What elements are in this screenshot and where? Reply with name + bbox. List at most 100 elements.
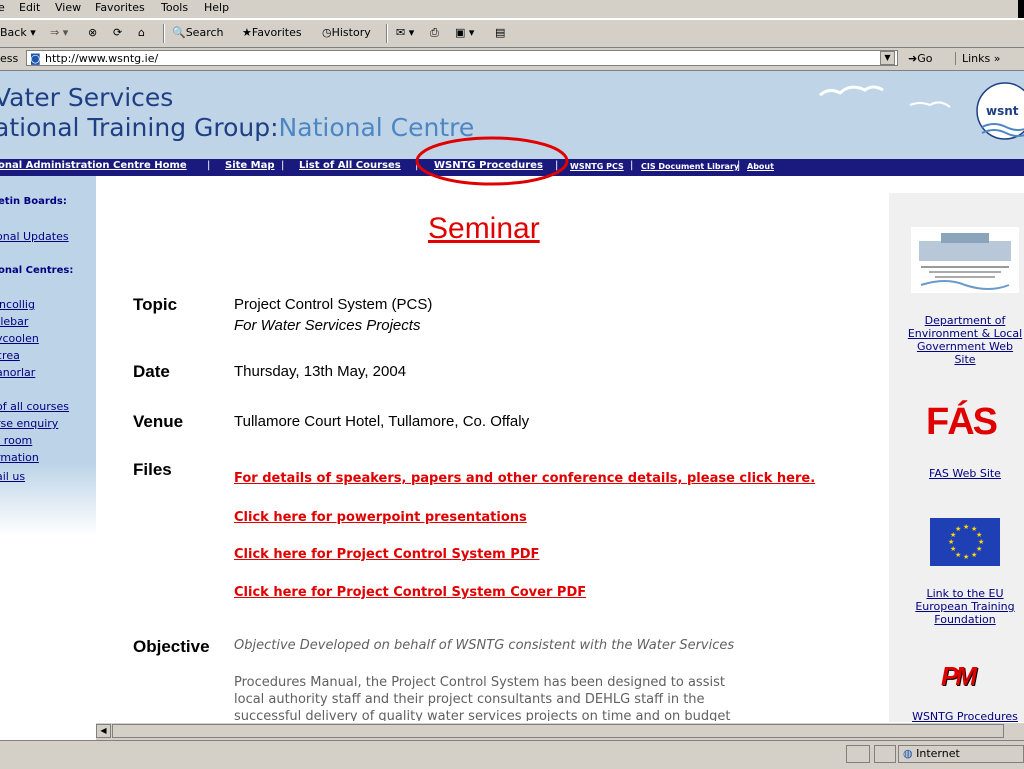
sidebar-item-roscrea[interactable]: crea bbox=[0, 349, 20, 362]
menu-bar: e Edit View Favorites Tools Help bbox=[0, 0, 1024, 18]
toolbar-separator bbox=[163, 24, 165, 43]
nav-pcs-link[interactable]: WSNTG PCS bbox=[570, 162, 624, 171]
powerpoint-link[interactable]: Click here for powerpoint presentations bbox=[234, 510, 527, 525]
sidebar-item-oranmore[interactable]: anorlar bbox=[0, 366, 35, 379]
conference-details-link[interactable]: For details of speakers, papers and othe… bbox=[234, 471, 815, 486]
sidebar-item-all-courses[interactable]: of all courses bbox=[0, 400, 69, 413]
nav-all-courses-link[interactable]: List of All Courses bbox=[299, 160, 401, 171]
date-label: Date bbox=[133, 362, 170, 381]
address-input[interactable]: ◙ http://www.wsntg.ie/ bbox=[26, 50, 898, 66]
link-line: Foundation bbox=[934, 613, 996, 626]
pm-logo-icon[interactable]: PM bbox=[941, 661, 977, 692]
refresh-button[interactable]: ⟳ bbox=[113, 26, 122, 39]
sidebar-item-updates[interactable]: onal Updates bbox=[0, 230, 69, 243]
sidebar-heading-bulletins: etin Boards: bbox=[0, 196, 67, 207]
sidebar-item-ballycoolen[interactable]: ycoolen bbox=[0, 332, 39, 345]
discuss-button[interactable]: ▤ bbox=[495, 26, 505, 39]
stop-icon: ⊗ bbox=[88, 26, 98, 39]
pcs-pdf-link[interactable]: Click here for Project Control System PD… bbox=[234, 547, 539, 562]
toolbar-separator bbox=[386, 24, 388, 43]
venue-value: Tullamore Court Hotel, Tullamore, Co. Of… bbox=[234, 413, 530, 430]
sidebar-item-chat-room[interactable]: t room bbox=[0, 434, 32, 447]
link-line: Government Web bbox=[916, 340, 1014, 353]
go-label: Go bbox=[917, 52, 933, 65]
refresh-icon: ⟳ bbox=[113, 26, 123, 39]
svg-text:★: ★ bbox=[971, 551, 977, 559]
date-value: Thursday, 13th May, 2004 bbox=[234, 363, 407, 380]
site-title-part: ational Training Group: bbox=[0, 113, 279, 142]
back-button[interactable]: Back ▾ bbox=[0, 26, 36, 39]
link-line: Environment & Local bbox=[907, 327, 1023, 340]
scroll-thumb[interactable] bbox=[112, 724, 1004, 738]
menu-favorites[interactable]: Favorites bbox=[95, 1, 145, 14]
mail-button[interactable]: ✉ ▾ bbox=[396, 26, 414, 39]
nav-divider: | bbox=[630, 160, 634, 171]
nav-about-link[interactable]: About bbox=[747, 162, 774, 171]
page-title: Seminar bbox=[428, 212, 540, 245]
svg-text:★: ★ bbox=[950, 545, 956, 553]
address-dropdown-button[interactable]: ▼ bbox=[880, 51, 895, 65]
status-panel bbox=[846, 745, 870, 763]
svg-text:★: ★ bbox=[948, 538, 954, 546]
history-icon: ◷ bbox=[322, 26, 332, 39]
nav-sitemap-link[interactable]: Site Map bbox=[225, 160, 275, 171]
toolbar: Back ▾ ⇒ ▾ ⊗ ⟳ ⌂ 🔍Search ★Favorites ◷His… bbox=[0, 19, 1024, 48]
mail-icon: ✉ bbox=[396, 26, 406, 39]
address-bar: ess ◙ http://www.wsntg.ie/ ▼ ➜Go Links » bbox=[0, 48, 1024, 71]
sidebar-item-email-us[interactable]: ail us bbox=[0, 470, 25, 483]
fas-web-link[interactable]: FAS Web Site bbox=[903, 467, 1024, 480]
stop-button[interactable]: ⊗ bbox=[88, 26, 97, 39]
favorites-button[interactable]: ★Favorites bbox=[242, 26, 302, 39]
objective-para-line: Procedures Manual, the Project Control S… bbox=[234, 675, 725, 690]
home-button[interactable]: ⌂ bbox=[138, 26, 145, 39]
logo-text: wsnt bbox=[986, 104, 1019, 118]
scroll-left-button[interactable]: ◀ bbox=[96, 724, 111, 738]
dept-environment-link[interactable]: Department of Environment & Local Govern… bbox=[903, 314, 1024, 366]
site-title-line2: ational Training Group:National Centre bbox=[0, 113, 474, 142]
sidebar-item-ballincollig[interactable]: incollig bbox=[0, 298, 35, 311]
dept-environment-logo-icon[interactable] bbox=[911, 227, 1019, 293]
nav-home-link[interactable]: onal Administration Centre Home bbox=[0, 160, 187, 171]
pcs-cover-pdf-link[interactable]: Click here for Project Control System Co… bbox=[234, 585, 586, 600]
search-button[interactable]: 🔍Search bbox=[172, 26, 224, 39]
links-button[interactable]: Links » bbox=[955, 52, 1001, 65]
home-icon: ⌂ bbox=[138, 26, 145, 39]
svg-text:★: ★ bbox=[963, 553, 969, 561]
sidebar-item-course-enquiry[interactable]: rse enquiry bbox=[0, 417, 58, 430]
nav-cis-library-link[interactable]: CIS Document Library bbox=[641, 162, 739, 171]
sidebar-heading-centres: onal Centres: bbox=[0, 265, 74, 276]
history-button[interactable]: ◷History bbox=[322, 26, 371, 39]
security-zone: ◍ Internet bbox=[898, 745, 1024, 763]
search-label: Search bbox=[185, 26, 224, 39]
print-button[interactable]: ⎙ bbox=[430, 26, 439, 40]
globe-icon: ◍ bbox=[903, 747, 913, 760]
go-button[interactable]: ➜Go bbox=[908, 52, 932, 65]
right-sidebar: Department of Environment & Local Govern… bbox=[889, 193, 1024, 723]
forward-button[interactable]: ⇒ ▾ bbox=[50, 26, 68, 39]
menu-help[interactable]: Help bbox=[204, 1, 229, 14]
menu-tools[interactable]: Tools bbox=[161, 1, 188, 14]
menu-view[interactable]: View bbox=[55, 1, 81, 14]
favorites-icon: ★ bbox=[242, 26, 252, 39]
nav-divider: | bbox=[207, 160, 211, 171]
highlight-circle bbox=[415, 136, 569, 186]
discuss-icon: ▤ bbox=[495, 26, 506, 39]
menu-file[interactable]: e bbox=[0, 1, 5, 14]
sidebar-item-castlebar[interactable]: tlebar bbox=[0, 315, 28, 328]
eu-training-link[interactable]: Link to the EU European Training Foundat… bbox=[903, 587, 1024, 626]
svg-text:★: ★ bbox=[955, 525, 961, 533]
fas-logo-icon[interactable]: FÁS bbox=[926, 401, 998, 444]
links-label: Links bbox=[962, 52, 991, 65]
svg-text:★: ★ bbox=[963, 523, 969, 531]
eu-flag-icon[interactable]: ★ ★★★ ★★★★ ★★★★ bbox=[930, 518, 1000, 566]
files-label: Files bbox=[133, 460, 172, 479]
nav-divider: | bbox=[281, 160, 285, 171]
horizontal-scrollbar[interactable]: ◀ bbox=[96, 722, 1024, 740]
zone-label: Internet bbox=[916, 747, 960, 760]
objective-para-line: local authority staff and their project … bbox=[234, 692, 705, 707]
edit-button[interactable]: ▣ ▾ bbox=[455, 26, 474, 39]
sidebar-item-information[interactable]: rmation bbox=[0, 451, 39, 464]
back-label: Back bbox=[0, 26, 27, 39]
nav-divider: | bbox=[737, 160, 741, 171]
menu-edit[interactable]: Edit bbox=[19, 1, 40, 14]
